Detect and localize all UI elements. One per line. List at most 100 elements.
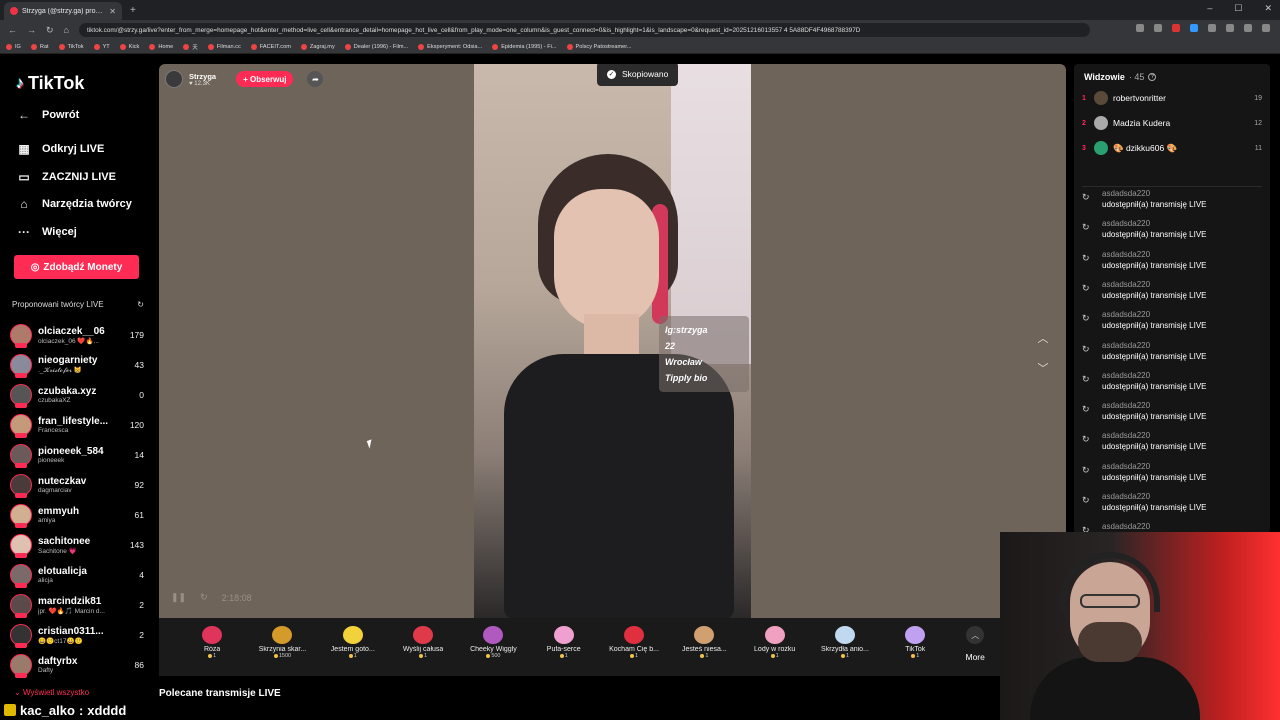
close-tab-icon[interactable]: ✕ xyxy=(109,7,116,16)
gift-item[interactable]: Pufa-serce 1 xyxy=(529,618,599,659)
tiktok-logo[interactable]: ♪ TikTok xyxy=(16,73,84,94)
creator-avatar xyxy=(10,414,32,438)
menu-creator-tools[interactable]: ⌂ Narzędzia twórcy xyxy=(16,197,132,211)
show-all-link[interactable]: ⌄ Wyświetl wszystko xyxy=(14,688,89,697)
chat-user[interactable]: asdadsda220 xyxy=(1102,189,1207,199)
chat-user[interactable]: asdadsda220 xyxy=(1102,431,1207,441)
bookmark-item[interactable]: Eksperyment: Odsia... xyxy=(418,43,482,50)
suggested-creator[interactable]: pioneeek_584 pioneeek 14 xyxy=(10,441,144,469)
gift-item[interactable]: Lody w rożku 1 xyxy=(740,618,810,659)
home-icon[interactable]: ⌂ xyxy=(64,25,69,35)
bookmark-item[interactable]: Rat xyxy=(30,43,49,50)
chat-user[interactable]: asdadsda220 xyxy=(1102,341,1207,351)
bookmark-item[interactable]: Epidemia (1995) - Fi... xyxy=(492,43,557,50)
close-window-icon[interactable]: ✕ xyxy=(1264,3,1272,14)
host-name[interactable]: Strzyga xyxy=(189,72,216,81)
gift-item[interactable]: TikTok 1 xyxy=(880,618,950,659)
menu-start-live[interactable]: ▭ ZACZNIJ LIVE xyxy=(16,170,116,184)
suggested-creator[interactable]: elotualicja alicja 4 xyxy=(10,561,144,589)
bookmark-item[interactable]: Home xyxy=(149,43,173,50)
suggested-creator[interactable]: marcindzik81 jpr. ❤️🔥🎵 Marcin d... 2 xyxy=(10,591,144,619)
chat-user[interactable]: asdadsda220 xyxy=(1102,310,1207,320)
help-icon[interactable]: ? xyxy=(1148,73,1157,81)
extension-icon[interactable] xyxy=(1244,24,1252,32)
menu-back[interactable]: ← Powrót xyxy=(16,108,79,122)
gift-item[interactable]: Jestem goto... 1 xyxy=(318,618,388,659)
chat-user[interactable]: asdadsda220 xyxy=(1102,250,1207,260)
extension-icon[interactable] xyxy=(1226,24,1234,32)
chat-user[interactable]: asdadsda220 xyxy=(1102,280,1207,290)
refresh-stream-icon[interactable]: ↻ xyxy=(200,592,208,603)
extension-icon[interactable] xyxy=(1136,24,1144,32)
coin-icon xyxy=(348,654,353,658)
gift-item[interactable]: Skrzydła anio... 1 xyxy=(810,618,880,659)
suggested-creator[interactable]: emmyuh amiya 61 xyxy=(10,501,144,529)
extension-icon[interactable] xyxy=(1154,24,1162,32)
suggested-creator[interactable]: sachitonee Sachitone 💗 143 xyxy=(10,531,144,559)
back-icon[interactable]: ← xyxy=(8,25,17,35)
chat-user[interactable]: asdadsda220 xyxy=(1102,492,1207,502)
chat-message: ↻ asdadsda220 udostępnił(a) transmisję LIV… xyxy=(1082,189,1262,215)
menu-discover-live[interactable]: ▦ Odkryj LIVE xyxy=(16,142,104,156)
extension-icon[interactable] xyxy=(1172,24,1180,32)
chat-user[interactable]: asdadsda220 xyxy=(1102,219,1207,229)
get-coins-button[interactable]: ◎ Zdobądź Monety xyxy=(14,255,139,279)
suggested-creator[interactable]: nuteczkav dagmarciav 92 xyxy=(10,471,144,499)
chat-user[interactable]: asdadsda220 xyxy=(1102,522,1150,532)
top-viewer[interactable]: 2 Madzia Kudera 12 xyxy=(1082,114,1262,132)
suggested-creator[interactable]: fran_lifestyle... Francesca 120 xyxy=(10,411,144,439)
pause-icon[interactable]: ❚❚ xyxy=(171,592,186,603)
url-field[interactable]: tiktok.com/@strzy.ga/live?enter_from_mer… xyxy=(78,23,1090,37)
suggested-creator[interactable]: olciaczek__06 olciaczek_06 ❤️🔥... 179 xyxy=(10,321,144,349)
bookmark-favicon-icon xyxy=(58,43,65,50)
suggested-creator[interactable]: cristian0311... 😀🙂ct17😀🙂 2 xyxy=(10,621,144,649)
chat-user[interactable]: asdadsda220 xyxy=(1102,462,1207,472)
menu-icon[interactable] xyxy=(1262,24,1270,32)
coin-icon xyxy=(208,654,213,658)
forward-icon[interactable]: → xyxy=(27,25,36,35)
gift-item[interactable]: Skrzynia skar... 1500 xyxy=(247,618,317,659)
bookmark-item[interactable]: TikTok xyxy=(58,43,84,50)
gift-item[interactable]: Jesteś niesa... 1 xyxy=(669,618,739,659)
browser-tab[interactable]: Strzyga (@strzy.ga) prowadz... ✕ xyxy=(4,2,122,20)
extension-icon[interactable] xyxy=(1190,24,1198,32)
live-video[interactable]: Ig:strzyga 22 Wrocław Tipply bio xyxy=(474,64,751,619)
minimize-icon[interactable]: – xyxy=(1207,3,1212,14)
gift-item[interactable]: Róża 1 xyxy=(177,618,247,659)
suggested-creator[interactable]: daftyrbx Dafty 86 xyxy=(10,651,144,679)
next-stream-icon[interactable]: ﹀ xyxy=(1034,360,1052,378)
checkmark-icon: ✓ xyxy=(607,69,616,79)
bookmark-item[interactable]: 天 xyxy=(183,43,198,51)
gift-item[interactable]: Wyślij całusa 1 xyxy=(388,618,458,659)
bookmark-item[interactable]: FACEIT.com xyxy=(250,43,291,50)
reload-icon[interactable]: ↻ xyxy=(46,25,54,36)
bookmark-item[interactable]: IG xyxy=(6,43,21,50)
live-stream-stage[interactable]: Ig:strzyga 22 Wrocław Tipply bio Strzyga… xyxy=(159,64,1066,676)
bookmark-item[interactable]: Kick xyxy=(119,43,139,50)
top-viewer[interactable]: 1 robertvonritter 19 xyxy=(1082,89,1262,107)
menu-more[interactable]: ··· Więcej xyxy=(16,225,77,239)
maximize-icon[interactable]: ☐ xyxy=(1234,3,1242,14)
gift-item[interactable]: Cheeky Wiggly 500 xyxy=(458,618,528,659)
chat-user[interactable]: asdadsda220 xyxy=(1102,401,1207,411)
bookmark-item[interactable]: Dealer (1996) - Film... xyxy=(344,43,408,50)
follow-button[interactable]: + Obserwuj xyxy=(236,71,294,87)
top-viewer[interactable]: 3 🎨 dzikku606 🎨 11 xyxy=(1082,139,1262,157)
bookmark-item[interactable]: Zagraj.my xyxy=(300,43,335,50)
creator-viewer-count: 120 xyxy=(129,420,144,430)
new-tab-icon[interactable]: + xyxy=(130,5,136,16)
refresh-icon[interactable]: ↻ xyxy=(137,300,144,309)
host-avatar[interactable] xyxy=(165,70,183,88)
extension-icon[interactable] xyxy=(1208,24,1216,32)
suggested-creator[interactable]: nieogarniety ._𝓚𝓻𝓲𝓼𝓽𝓸𝓯𝓮𝓻 😸 43 xyxy=(10,351,144,379)
suggested-creator[interactable]: czubaka.xyz czubakaXZ 0 xyxy=(10,381,144,409)
bookmark-item[interactable]: YT xyxy=(93,43,110,50)
bookmark-item[interactable]: Filman.cc xyxy=(207,43,241,50)
previous-stream-icon[interactable]: ︿ xyxy=(1034,330,1052,348)
chat-user[interactable]: asdadsda220 xyxy=(1102,371,1207,381)
more-gifts-button[interactable]: ︿ More xyxy=(950,618,1000,662)
bookmark-item[interactable]: Polscy Patostreamer... xyxy=(566,43,632,50)
creator-subtitle: Francesca xyxy=(38,427,69,434)
gift-item[interactable]: Kocham Cię b... 1 xyxy=(599,618,669,659)
share-icon[interactable]: ➦ xyxy=(307,71,324,87)
